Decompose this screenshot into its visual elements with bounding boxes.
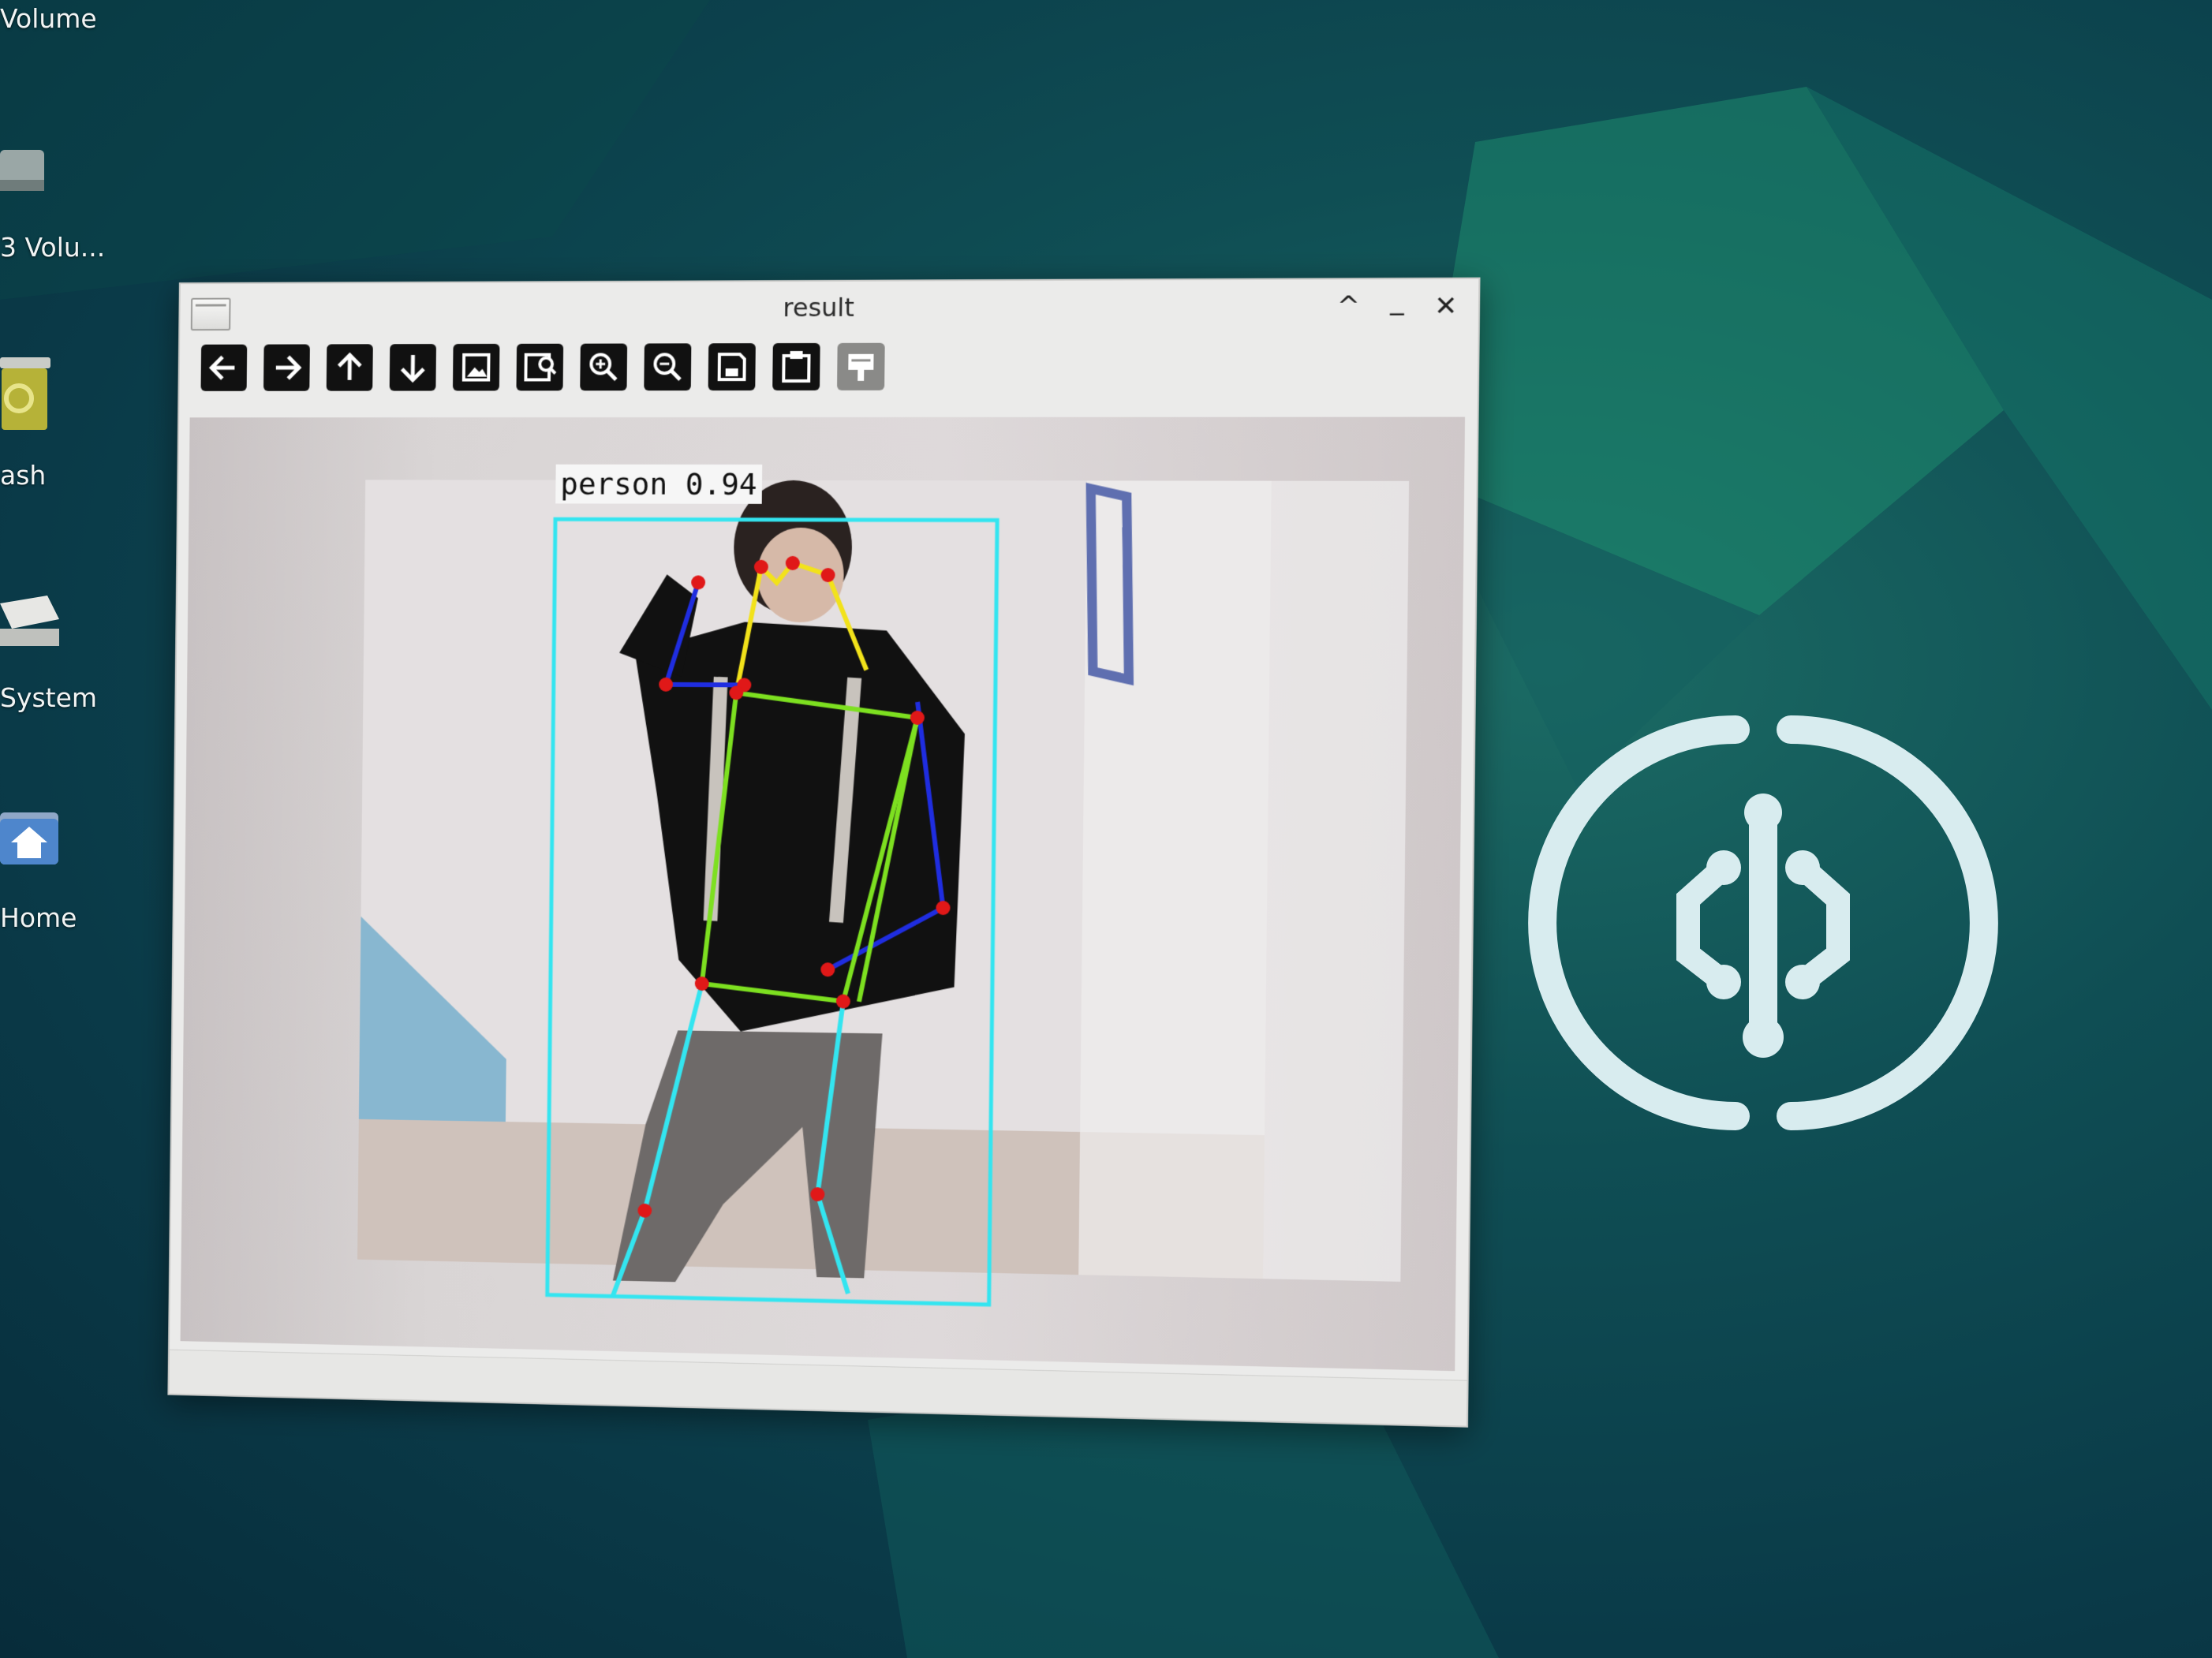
trash-icon xyxy=(0,357,50,430)
zoom-to-fit-button[interactable] xyxy=(516,343,564,391)
torso-limb xyxy=(859,717,917,1002)
detection-label: person 0.94 xyxy=(555,464,762,504)
head-limb xyxy=(736,567,761,693)
zoom-in-icon xyxy=(580,344,627,391)
desktop-icon-label: ash xyxy=(0,460,47,491)
image-toolbar xyxy=(200,342,885,399)
properties-icon xyxy=(837,353,885,381)
head-limb xyxy=(760,563,868,670)
minimize-icon: _ xyxy=(1390,284,1405,316)
legs-limb xyxy=(613,982,702,1298)
arrow-right-icon xyxy=(263,344,310,390)
keypoint xyxy=(729,685,744,700)
reset-zoom-button[interactable] xyxy=(452,343,500,391)
skeleton xyxy=(613,555,955,1304)
pan-left-button[interactable] xyxy=(200,344,248,391)
keypoint xyxy=(820,567,835,582)
keypoint xyxy=(637,1203,652,1218)
drive-icon xyxy=(0,150,44,191)
pose-overlay xyxy=(181,417,1466,1372)
keypoint xyxy=(786,556,801,571)
maximize-icon: ^ xyxy=(1336,290,1361,323)
desktop-icon-label: Home xyxy=(0,902,77,933)
result-window[interactable]: result ^ _ ✕ person 0.94 xyxy=(167,277,1481,1428)
torso-limb xyxy=(702,693,918,1003)
clipboard-icon xyxy=(783,351,811,383)
desktop-icon-label: Volume xyxy=(0,3,97,34)
pan-down-button[interactable] xyxy=(389,344,436,391)
drive-icon xyxy=(0,596,59,646)
keypoint xyxy=(694,976,709,991)
save-button[interactable] xyxy=(708,343,756,391)
copy-to-clipboard-button[interactable] xyxy=(772,342,820,391)
keypoint xyxy=(691,575,706,590)
arrow-up-icon xyxy=(327,344,373,390)
properties-button[interactable] xyxy=(837,342,885,390)
window-title: result xyxy=(783,292,855,323)
pan-up-button[interactable] xyxy=(326,344,373,391)
arms-limb xyxy=(666,582,745,685)
desktop-icon-label: System xyxy=(0,682,98,713)
zoom-out-button[interactable] xyxy=(644,343,692,391)
arrow-left-icon xyxy=(200,345,247,391)
legs-limb xyxy=(816,1001,851,1294)
home-folder-icon xyxy=(0,812,58,864)
arrow-down-icon xyxy=(390,344,436,390)
window-titlebar[interactable]: result ^ _ ✕ xyxy=(180,279,1478,338)
keypoint xyxy=(659,677,674,692)
save-icon xyxy=(708,343,756,390)
keypoint xyxy=(835,994,851,1009)
image-zoom-icon xyxy=(516,344,563,391)
app-logo xyxy=(1528,715,1998,1130)
bounding-box xyxy=(547,519,997,1305)
zoom-in-button[interactable] xyxy=(580,343,628,391)
pan-right-button[interactable] xyxy=(263,344,310,391)
image-icon xyxy=(453,344,500,391)
keypoint xyxy=(810,1186,825,1201)
minimize-button[interactable]: _ xyxy=(1379,282,1415,318)
close-button[interactable]: ✕ xyxy=(1428,289,1464,324)
zoom-out-icon xyxy=(644,343,691,390)
image-canvas[interactable]: person 0.94 xyxy=(180,416,1466,1372)
close-icon: ✕ xyxy=(1433,289,1458,323)
maximize-button[interactable]: ^ xyxy=(1331,289,1367,324)
desktop-icon-label: 3 Volu... xyxy=(0,232,106,263)
